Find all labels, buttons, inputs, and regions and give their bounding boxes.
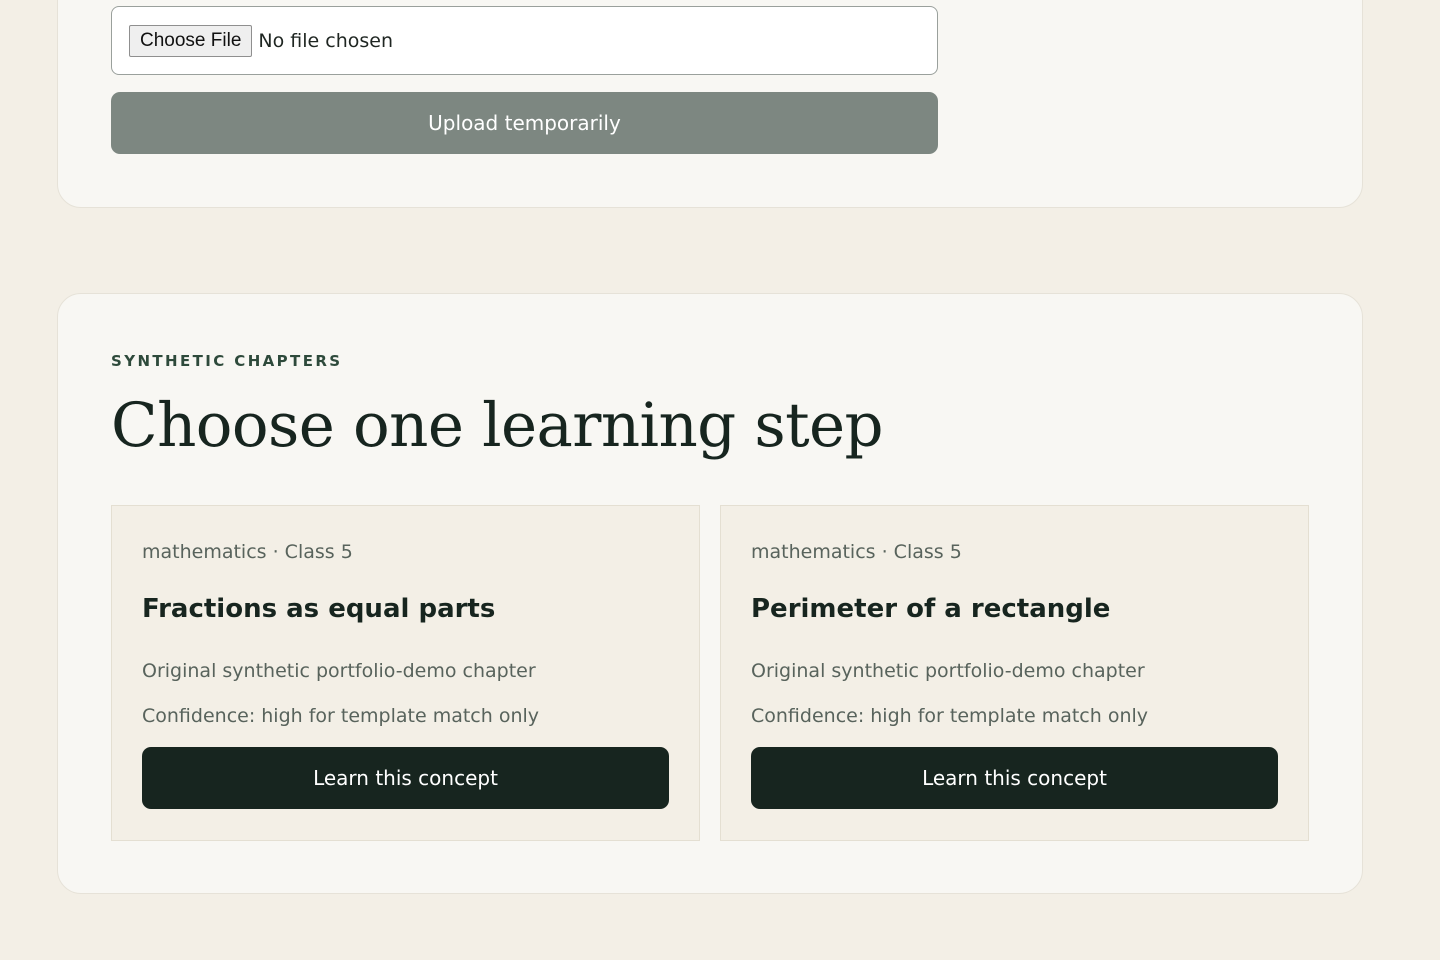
file-status-text: No file chosen [258,29,393,52]
section-heading: Choose one learning step [111,390,884,461]
choose-file-button[interactable]: Choose File [129,24,253,57]
learn-concept-button[interactable]: Learn this concept [142,747,669,809]
chapter-meta: mathematics · Class 5 [142,541,353,563]
chapters-panel: SYNTHETIC CHAPTERS Choose one learning s… [57,293,1363,894]
chapter-description: Original synthetic portfolio-demo chapte… [751,660,1145,682]
page: Choose File No file chosen Upload tempor… [0,0,1440,960]
file-input[interactable]: Choose File No file chosen [111,6,938,75]
chapter-title: Perimeter of a rectangle [751,594,1111,624]
chapter-card-fractions: mathematics · Class 5 Fractions as equal… [111,505,700,841]
chapter-card-perimeter: mathematics · Class 5 Perimeter of a rec… [720,505,1309,841]
upload-panel: Choose File No file chosen Upload tempor… [57,0,1363,208]
chapter-title: Fractions as equal parts [142,594,496,624]
chapter-description: Original synthetic portfolio-demo chapte… [142,660,536,682]
upload-temporarily-button[interactable]: Upload temporarily [111,92,938,154]
chapter-meta: mathematics · Class 5 [751,541,962,563]
chapter-confidence: Confidence: high for template match only [142,705,540,727]
chapter-confidence: Confidence: high for template match only [751,705,1149,727]
learn-concept-button[interactable]: Learn this concept [751,747,1278,809]
section-eyebrow: SYNTHETIC CHAPTERS [111,352,343,370]
